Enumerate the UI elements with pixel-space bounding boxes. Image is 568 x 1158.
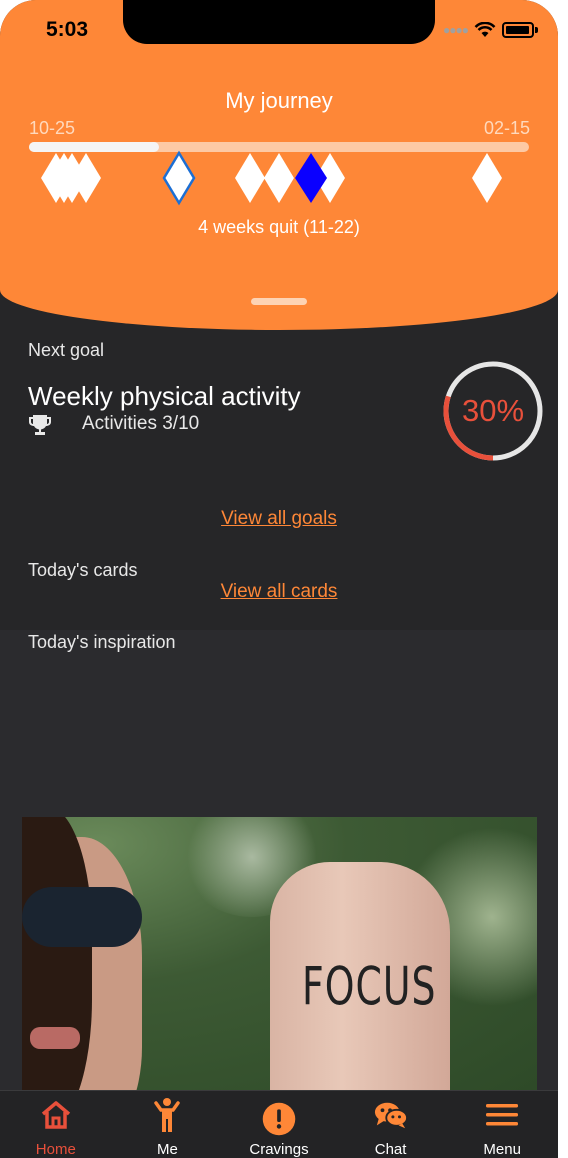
tab-home[interactable]: Home <box>0 1091 112 1158</box>
milestone-current-marker[interactable] <box>162 150 196 206</box>
milestone-marker-group[interactable] <box>232 150 352 206</box>
alert-icon <box>262 1099 296 1136</box>
goal-percent: 30% <box>461 393 525 428</box>
tab-label: Me <box>156 1141 178 1158</box>
todays-cards-label: Today's cards <box>28 560 138 580</box>
tab-menu[interactable]: Menu <box>446 1091 558 1158</box>
inspiration-label: Today's inspiration <box>28 632 176 652</box>
drag-handle[interactable] <box>251 298 307 305</box>
next-goal-label: Next goal <box>28 340 105 360</box>
tab-cravings[interactable]: Cravings <box>223 1091 335 1158</box>
tab-bar: Home Me Cravings Chat Menu <box>0 1090 558 1158</box>
goal-progress-text: Activities 3/10 <box>82 413 200 434</box>
app-screen: 5:03 ●●●● My journey 10-25 02-15 4 weeks… <box>0 0 558 1158</box>
tab-label: Home <box>35 1141 76 1158</box>
goal-title[interactable]: Weekly physical activity <box>28 381 301 412</box>
journey-title: My journey <box>225 88 333 113</box>
image-caption-text: FOCUS <box>302 955 437 1018</box>
device-notch <box>123 0 435 44</box>
quit-status-text: 4 weeks quit (11-22) <box>198 217 360 237</box>
wifi-icon <box>474 22 496 37</box>
battery-icon <box>502 22 534 38</box>
status-time: 5:03 <box>46 18 89 41</box>
signal-icon: ●●●● <box>443 23 469 37</box>
inspiration-image[interactable]: FOCUS <box>22 817 537 1090</box>
milestone-marker[interactable] <box>470 150 504 206</box>
person-icon <box>150 1098 184 1132</box>
journey-milestones <box>0 150 558 210</box>
journey-start-date: 10-25 <box>29 118 76 138</box>
journey-end-date: 02-15 <box>483 118 530 138</box>
view-all-cards-link[interactable]: View all cards <box>0 581 558 603</box>
menu-icon <box>485 1099 519 1131</box>
tab-label: Cravings <box>249 1141 309 1158</box>
milestone-marker[interactable] <box>40 150 102 206</box>
chat-icon <box>374 1099 408 1131</box>
status-icons: ●●●● <box>443 22 538 38</box>
view-all-goals-link[interactable]: View all goals <box>0 508 558 530</box>
tab-label: Menu <box>483 1141 521 1158</box>
tab-me[interactable]: Me <box>112 1091 224 1158</box>
tab-chat[interactable]: Chat <box>335 1091 447 1158</box>
tab-label: Chat <box>374 1141 407 1158</box>
home-icon <box>39 1099 73 1131</box>
trophy-icon <box>29 415 51 435</box>
